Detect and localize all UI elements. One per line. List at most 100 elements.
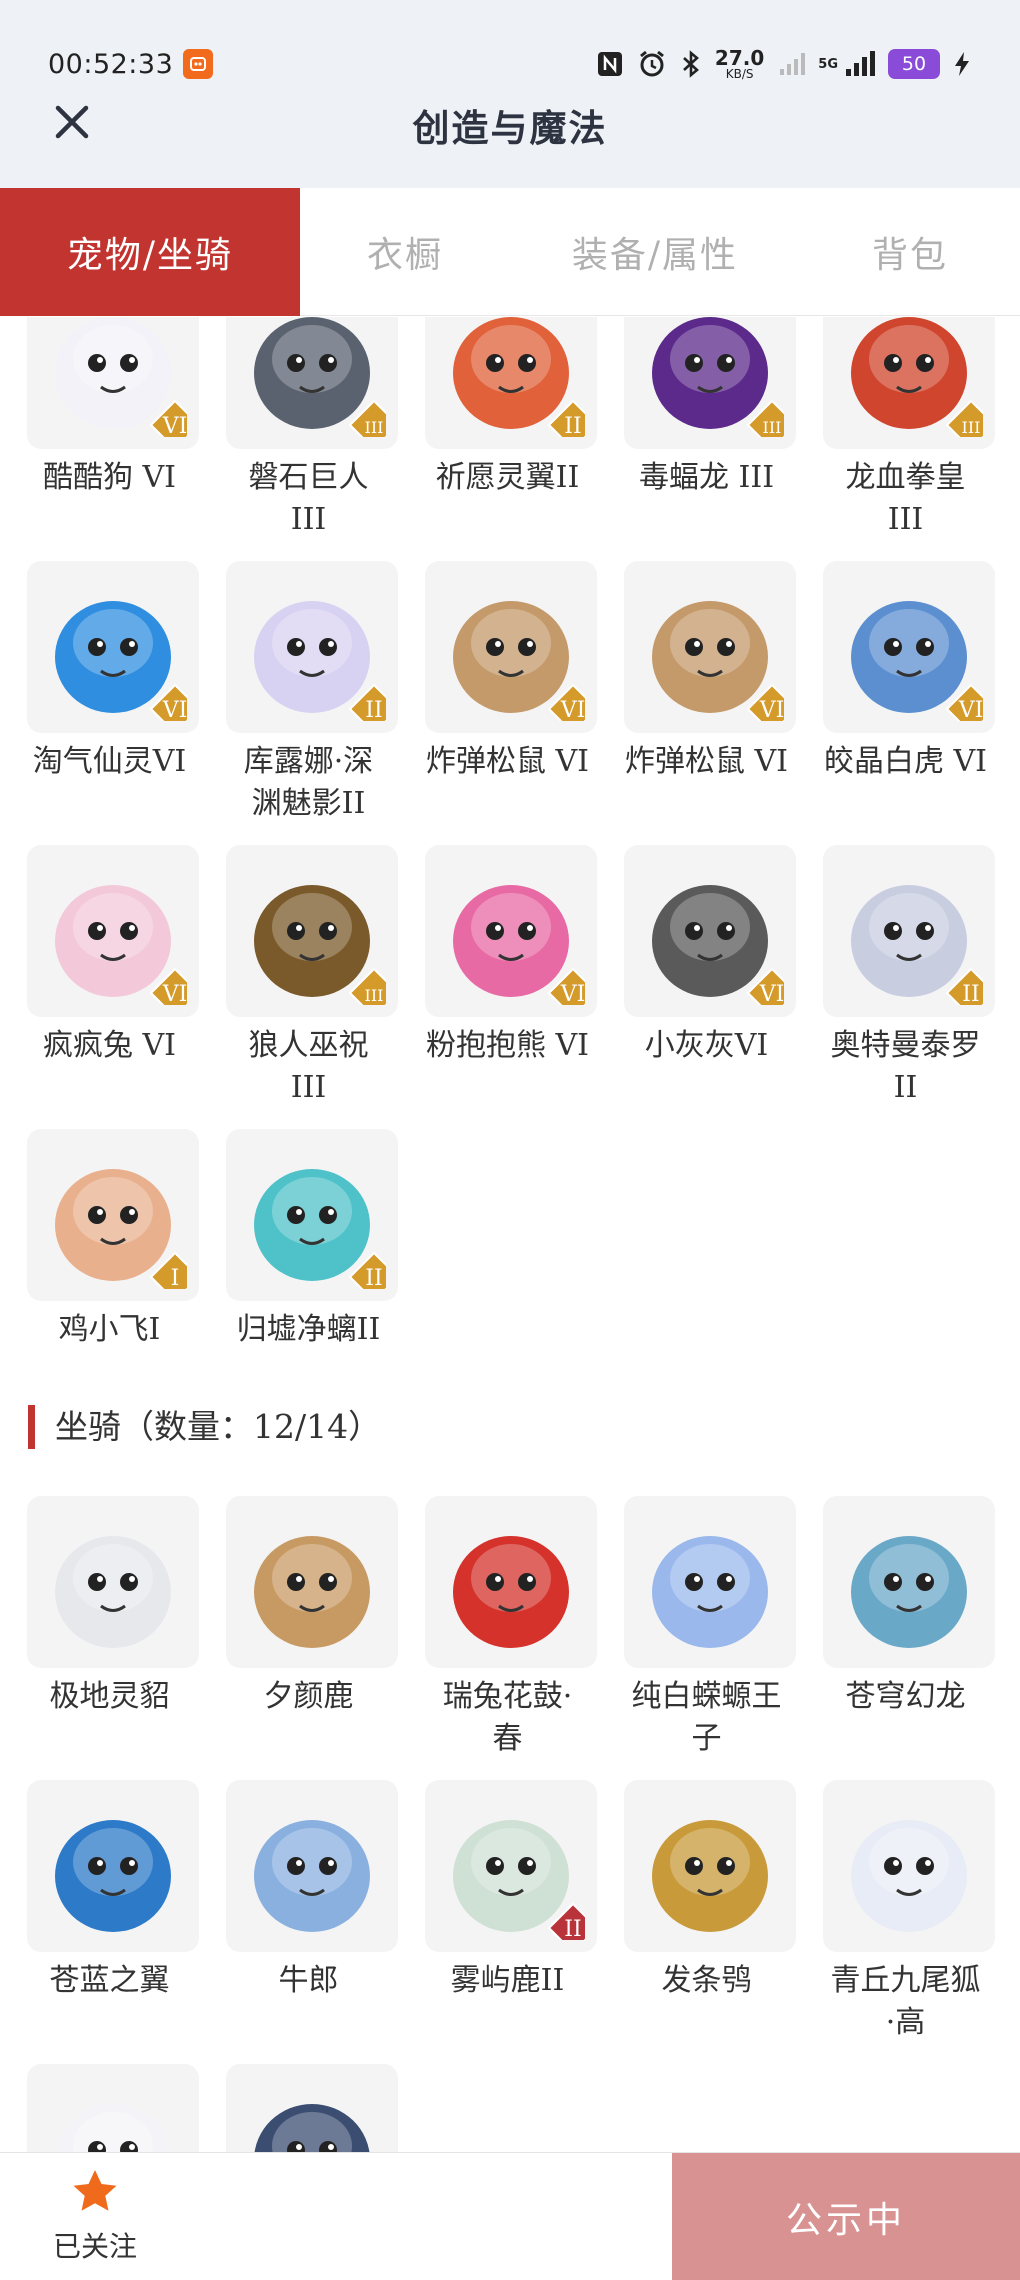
chick-icon: I (55, 1169, 187, 1289)
status-time: 00:52:33 (48, 48, 174, 80)
tab-equipment-attributes[interactable]: 装备/属性 (510, 188, 800, 316)
mounts-section-title: 坐骑（数量：12/14） (28, 1405, 381, 1449)
item-name: 纯白蝾螈王 子 (631, 1679, 782, 1756)
item-thumbnail (425, 1496, 597, 1668)
item-name: 库露娜·深 渊魅影II (243, 744, 374, 821)
list-item[interactable]: 发条鸮 (597, 1780, 796, 2002)
item-name: 狼人巫祝 III (248, 1028, 369, 1105)
sky-dragon-icon (851, 1536, 967, 1648)
item-thumbnail: II (823, 845, 995, 1017)
tab-backpack[interactable]: 背包 (800, 188, 1020, 316)
white-tiger-icon: VI (851, 601, 983, 721)
item-thumbnail: I (27, 1129, 199, 1301)
status-icons: 27.0 KB/S 5G 50 (595, 48, 972, 80)
list-item[interactable]: VI 小灰灰VI (597, 845, 796, 1067)
svg-text:I: I (171, 1266, 180, 1289)
nine-tail-fox-icon (851, 1820, 967, 1932)
deer-icon (254, 1536, 370, 1648)
pet-mount-list[interactable]: VI 酷酷狗 VI III 磐石巨人 III II 祈愿灵翼II III 毒蝠龙 III III… (0, 317, 1020, 2152)
bluetooth-icon (683, 50, 699, 78)
svg-text:VI: VI (958, 698, 983, 721)
publicity-status-button[interactable]: 公示中 (672, 2153, 1020, 2280)
item-thumbnail (226, 1496, 398, 1668)
list-item[interactable]: II 祈愿灵翼II (398, 317, 597, 499)
list-item[interactable]: III 龙血拳皇 III (796, 317, 995, 541)
item-thumbnail: II (226, 1129, 398, 1301)
ultraman-icon: II (851, 885, 983, 1005)
list-item[interactable]: 苍蓝之翼 (0, 1780, 199, 2002)
svg-text:VI: VI (560, 982, 585, 1005)
list-item[interactable]: 纯白蝾螈王 子 (597, 1496, 796, 1760)
item-name: 炸弹松鼠 VI (624, 744, 789, 779)
list-item[interactable] (0, 2064, 199, 2152)
blue-pup-icon: VI (55, 601, 187, 721)
item-name: 极地灵貂 (49, 1679, 170, 1714)
list-item[interactable]: II 奥特曼泰罗 II (796, 845, 995, 1109)
list-item[interactable]: VI 炸弹松鼠 VI (597, 561, 796, 783)
list-item[interactable]: 苍穹幻龙 (796, 1496, 995, 1718)
item-name: 牛郎 (278, 1963, 339, 1998)
list-item[interactable]: 极地灵貂 (0, 1496, 199, 1718)
svg-text:VI: VI (759, 698, 784, 721)
squirrel-icon: VI (652, 601, 784, 721)
item-thumbnail (27, 1780, 199, 1952)
item-name: 淘气仙灵VI (32, 744, 187, 779)
tab-wardrobe[interactable]: 衣橱 (300, 188, 510, 316)
header-area: 00:52:33 27.0 KB/S 5G 50 创造与魔法 (0, 0, 1020, 188)
svg-text:II: II (564, 1917, 581, 1940)
item-thumbnail: VI (425, 845, 597, 1017)
item-name: 皎晶白虎 VI (823, 744, 988, 779)
owl-icon (652, 1820, 768, 1932)
item-thumbnail: II (425, 1780, 597, 1952)
tab-pets-mounts[interactable]: 宠物/坐骑 (0, 188, 300, 316)
list-item[interactable]: III 狼人巫祝 III (199, 845, 398, 1109)
item-thumbnail: VI (624, 561, 796, 733)
svg-text:II: II (365, 1266, 382, 1289)
list-item[interactable]: 青丘九尾狐 ·高 (796, 1780, 995, 2044)
list-item[interactable]: 牛郎 (199, 1780, 398, 2002)
charging-icon (955, 52, 969, 76)
svg-text:II: II (365, 698, 382, 721)
bat-dragon-icon: III (652, 317, 784, 437)
list-item[interactable]: VI 疯疯兔 VI (0, 845, 199, 1067)
list-item[interactable]: VI 皎晶白虎 VI (796, 561, 995, 783)
list-item[interactable]: III 磐石巨人 III (199, 317, 398, 541)
bottom-bar: 已关注 公示中 (0, 2152, 1020, 2280)
item-name: 炸弹松鼠 VI (425, 744, 590, 779)
item-thumbnail: III (624, 317, 796, 449)
bunny-mount-icon (55, 2104, 171, 2152)
fairy-icon: II (254, 601, 386, 721)
page-title: 创造与魔法 (412, 106, 608, 150)
list-item[interactable]: III 毒蝠龙 III (597, 317, 796, 499)
item-thumbnail (226, 1780, 398, 1952)
svg-text:VI: VI (759, 982, 784, 1005)
list-item[interactable]: VI 淘气仙灵VI (0, 561, 199, 783)
cell-signal-icon (846, 51, 875, 76)
list-item[interactable]: II 库露娜·深 渊魅影II (199, 561, 398, 825)
item-name: 苍穹幻龙 (845, 1679, 966, 1714)
alarm-icon (639, 50, 664, 77)
item-thumbnail (27, 1496, 199, 1668)
list-item[interactable]: 瑞兔花鼓· 春 (398, 1496, 597, 1760)
item-name: 瑞兔花鼓· 春 (442, 1679, 573, 1756)
ox-icon (254, 1820, 370, 1932)
list-item[interactable]: I 鸡小飞I (0, 1129, 199, 1351)
list-item[interactable]: VI 炸弹松鼠 VI (398, 561, 597, 783)
list-item[interactable]: 夕颜鹿 (199, 1496, 398, 1718)
item-thumbnail: VI (425, 561, 597, 733)
list-item[interactable]: VI 粉抱抱熊 VI (398, 845, 597, 1067)
item-name: 粉抱抱熊 VI (425, 1028, 590, 1063)
list-item[interactable]: VI 酷酷狗 VI (0, 317, 199, 499)
list-item[interactable]: II 雾屿鹿II (398, 1780, 597, 2002)
item-name: 发条鸮 (661, 1963, 752, 1998)
item-name: 苍蓝之翼 (49, 1963, 170, 1998)
list-item[interactable] (199, 2064, 398, 2152)
item-thumbnail: III (226, 845, 398, 1017)
screen: 00:52:33 27.0 KB/S 5G 50 创造与魔法 宠物/坐骑 衣橱 … (0, 0, 1020, 2280)
list-item[interactable]: II 归墟净螭II (199, 1129, 398, 1351)
item-name: 青丘九尾狐 ·高 (830, 1963, 981, 2040)
item-thumbnail: VI (27, 561, 199, 733)
follow-button[interactable]: 已关注 (40, 2167, 150, 2267)
item-name: 毒蝠龙 III (638, 460, 775, 495)
water-dragon-icon: II (254, 1169, 386, 1289)
